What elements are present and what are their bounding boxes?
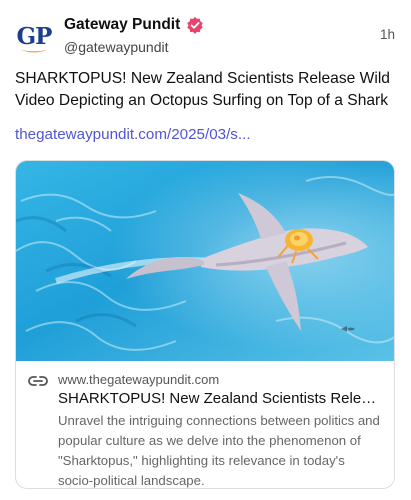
avatar-swoosh-icon bbox=[21, 49, 47, 52]
avatar[interactable]: GP bbox=[15, 20, 53, 58]
post-text: SHARKTOPUS! New Zealand Scientists Relea… bbox=[15, 70, 390, 109]
avatar-logo-text: GP bbox=[16, 22, 53, 50]
post: GP Gateway Pundit @gatewaypundit 1h SHAR… bbox=[0, 0, 411, 500]
link-icon bbox=[28, 376, 48, 386]
post-header: GP Gateway Pundit @gatewaypundit 1h bbox=[15, 14, 397, 58]
link-card-description: Unravel the intriguing connections betwe… bbox=[58, 413, 380, 488]
author-name-row: Gateway Pundit bbox=[64, 14, 204, 36]
link-card-meta: www.thegatewaypundit.com SHARKTOPUS! New… bbox=[16, 361, 394, 488]
shark-octopus-photo bbox=[16, 161, 394, 361]
post-link[interactable]: thegatewaypundit.com/2025/03/s... bbox=[15, 126, 251, 143]
link-card[interactable]: www.thegatewaypundit.com SHARKTOPUS! New… bbox=[15, 160, 395, 489]
author-display-name[interactable]: Gateway Pundit bbox=[64, 16, 180, 34]
link-card-title: SHARKTOPUS! New Zealand Scientists Relea… bbox=[58, 390, 382, 407]
verified-badge-icon bbox=[187, 16, 204, 34]
author-info: Gateway Pundit @gatewaypundit bbox=[64, 14, 204, 55]
link-card-domain: www.thegatewaypundit.com bbox=[58, 372, 220, 387]
post-timestamp[interactable]: 1h bbox=[380, 27, 395, 42]
author-handle[interactable]: @gatewaypundit bbox=[64, 39, 204, 55]
